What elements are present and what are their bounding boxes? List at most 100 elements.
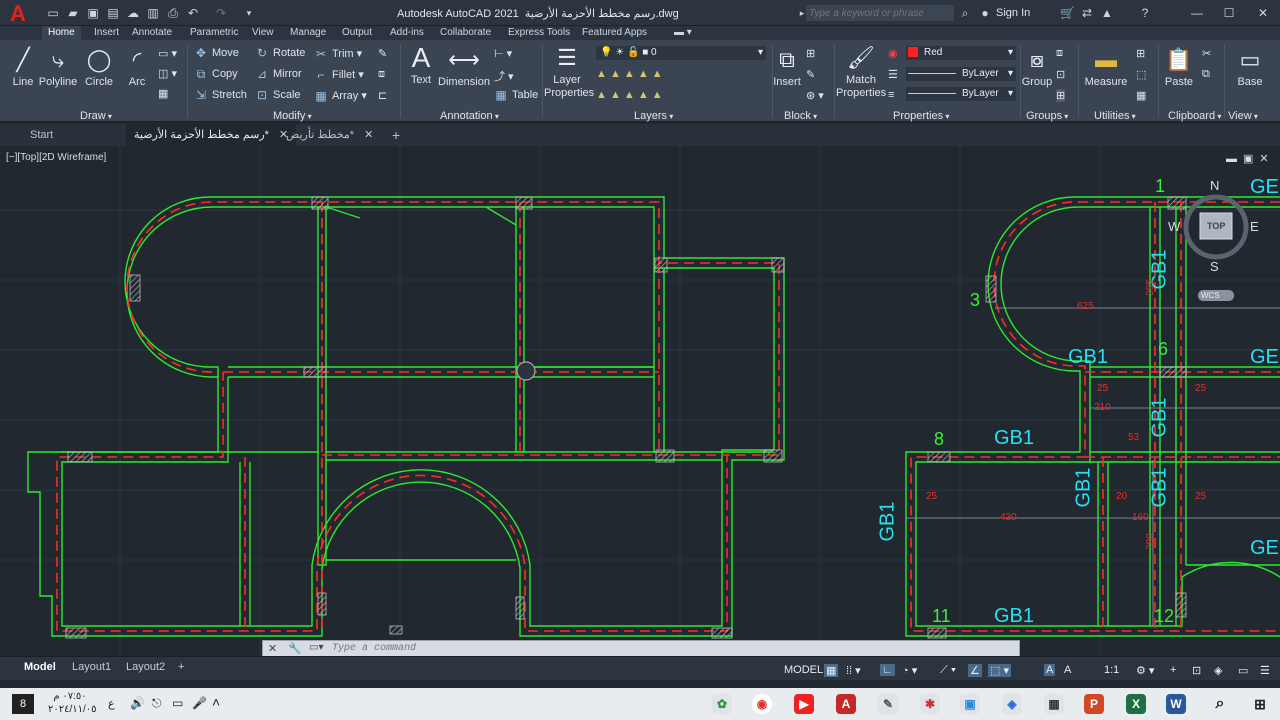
viewport-controls-label[interactable]: [−][Top][2D Wireframe] (6, 152, 106, 163)
search-input[interactable] (806, 5, 954, 21)
offset-icon[interactable]: ⊏ (378, 89, 387, 102)
battery-icon[interactable]: ▭ (172, 696, 183, 710)
draw-panel-title[interactable]: Draw (80, 110, 112, 122)
tab-insert[interactable]: Insert (88, 26, 125, 40)
clean-screen-icon[interactable]: ▭ (1238, 664, 1248, 677)
hardware-accel-icon[interactable]: ◈ (1214, 664, 1222, 677)
groups-panel-title[interactable]: Groups (1026, 110, 1068, 122)
open-icon[interactable]: ▰ (66, 6, 80, 20)
tab-model[interactable]: Model (24, 661, 56, 673)
save-as-icon[interactable]: ▤ (106, 6, 120, 20)
redo-icon[interactable]: ↷ (214, 6, 228, 20)
ribbon-toggle-icon[interactable]: ▬ ▾ (668, 26, 698, 40)
tab-document-2[interactable]: مخطط تأريض* ✕ (278, 124, 381, 146)
properties-panel-title[interactable]: Properties (893, 110, 949, 122)
group-button[interactable]: ⧇ Group (1020, 46, 1054, 88)
viewcube-south[interactable]: S (1210, 259, 1219, 274)
table-button[interactable]: ▦ Table (494, 89, 538, 101)
object-snap-icon[interactable]: ⬚ ▾ (988, 664, 1011, 677)
dimension-button[interactable]: ⟷ Dimension (438, 46, 490, 88)
youtube-icon[interactable]: ▶ (794, 694, 814, 714)
modify-panel-title[interactable]: Modify (273, 110, 312, 122)
undo-icon[interactable]: ↶ (186, 6, 200, 20)
insert-button[interactable]: ⧉ Insert (772, 46, 802, 88)
layers-panel-title[interactable]: Layers (634, 110, 673, 122)
minimize-icon[interactable]: — (1190, 6, 1204, 20)
scale-button[interactable]: ⊡ Scale (255, 89, 301, 101)
copy-clip-icon[interactable]: ⧉ (1202, 68, 1210, 81)
polar-icon[interactable]: ◔ ▾ (902, 664, 917, 677)
multileader-icon[interactable]: ⤴ ▾ (494, 68, 514, 84)
select-all-icon[interactable]: ⬚ (1136, 68, 1146, 81)
viewcube[interactable] (1183, 194, 1249, 301)
print-icon[interactable]: ⎙ (166, 6, 180, 20)
app-icon-6[interactable]: ✱ (920, 694, 940, 714)
cut-icon[interactable]: ✂ (1202, 47, 1211, 60)
calculator-icon[interactable]: ▦ (1136, 89, 1146, 102)
viewcube-west[interactable]: W (1168, 219, 1180, 234)
clipboard-panel-title[interactable]: Clipboard (1168, 110, 1221, 122)
polyline-button[interactable]: ⤷ Polyline (38, 46, 78, 88)
viewcube-wcs[interactable]: WCS (1201, 291, 1220, 300)
drawing-canvas[interactable]: [−][Top][2D Wireframe] ▬▣✕ N W E S TOP W… (0, 146, 1280, 656)
quick-select-icon[interactable]: ⊞ (1136, 47, 1145, 60)
tab-manage[interactable]: Manage (284, 26, 332, 40)
notification-icon[interactable]: 8 (12, 694, 34, 714)
new-icon[interactable]: ▭ (46, 6, 60, 20)
close-window-icon[interactable]: ✕ (1256, 6, 1270, 20)
trim-button[interactable]: ✂ Trim ▾ (314, 47, 362, 60)
annotation-visibility-icon[interactable]: A (1044, 664, 1056, 676)
rectangle-icon[interactable]: ▭ ▾ (158, 47, 177, 60)
network-icon[interactable]: ⎋ (152, 696, 162, 711)
viewcube-east[interactable]: E (1250, 219, 1259, 234)
circle-button[interactable]: ◯ Circle (84, 46, 114, 88)
autocad-logo[interactable]: A (10, 3, 30, 25)
utilities-panel-title[interactable]: Utilities (1094, 110, 1136, 122)
taskbar-search-icon[interactable]: ⌕ (1210, 694, 1230, 714)
autodesk-a-icon[interactable]: ▲ (1100, 6, 1114, 20)
viewcube-north[interactable]: N (1210, 178, 1219, 193)
measure-button[interactable]: ▬ Measure (1082, 46, 1130, 88)
lineweight-icon[interactable]: ≡ (888, 89, 894, 101)
new-tab-button[interactable]: + (384, 124, 408, 146)
layer-tools-row1[interactable]: ▲ ▲ ▲ ▲ ▲ (596, 68, 663, 80)
tab-featured-apps[interactable]: Featured Apps (576, 26, 653, 40)
word-icon[interactable]: W (1166, 694, 1186, 714)
layer-tools-row2[interactable]: ▲ ▲ ▲ ▲ ▲ (596, 89, 663, 101)
ortho-icon[interactable]: ∟ (880, 664, 895, 676)
app-icon-1[interactable]: ✿ (712, 694, 732, 714)
cart-icon[interactable]: 🛒 (1060, 6, 1075, 20)
tab-output[interactable]: Output (336, 26, 378, 40)
linetype-dropdown[interactable]: ByLayer ▾ (906, 67, 1016, 81)
line-button[interactable]: ╱ Line (8, 46, 38, 88)
command-customize-icon[interactable]: 🔧 (288, 642, 302, 655)
tab-layout2[interactable]: Layout2 (126, 661, 165, 673)
linetype-icon[interactable]: ☰ (888, 68, 898, 81)
copy-button[interactable]: ⧉ Copy (194, 68, 238, 80)
object-snap-tracking-icon[interactable]: ∠ (968, 664, 982, 677)
maximize-icon[interactable]: ☐ (1222, 6, 1236, 20)
qat-dropdown-icon[interactable]: ▾ (242, 6, 256, 20)
group-select-icon[interactable]: ⊞ (1056, 89, 1066, 102)
paste-button[interactable]: 📋 Paste (1162, 46, 1196, 88)
erase-icon[interactable]: ✎ (378, 47, 387, 60)
isodraft-icon[interactable]: ⟋ ▾ (940, 664, 956, 677)
explode-icon[interactable]: ⧈ (378, 68, 385, 81)
layer-properties-button[interactable]: ☰ Layer Properties (544, 44, 594, 100)
close-icon[interactable]: ✕ (364, 129, 373, 141)
plot-icon[interactable]: ▥ (146, 6, 160, 20)
create-block-icon[interactable]: ⊞ (806, 47, 815, 60)
calculator-app-icon[interactable]: ▦ (1044, 694, 1064, 714)
mic-icon[interactable]: 🎤 (192, 696, 207, 710)
tab-express-tools[interactable]: Express Tools (502, 26, 576, 40)
command-close-icon[interactable]: ✕ (268, 642, 277, 655)
user-icon[interactable]: ● (978, 6, 992, 20)
group-edit-icon[interactable]: ⊡ (1056, 68, 1065, 81)
stretch-button[interactable]: ⇲ Stretch (194, 89, 247, 101)
tab-layout1[interactable]: Layout1 (72, 661, 111, 673)
search-icon[interactable]: ⌕ (958, 6, 972, 20)
gradient-icon[interactable]: ▦ (158, 87, 168, 100)
tray-expand-icon[interactable]: ˄ (212, 694, 220, 710)
autocad-taskbar-icon[interactable]: A (836, 694, 856, 714)
ungroup-icon[interactable]: ⧈ (1056, 47, 1063, 60)
